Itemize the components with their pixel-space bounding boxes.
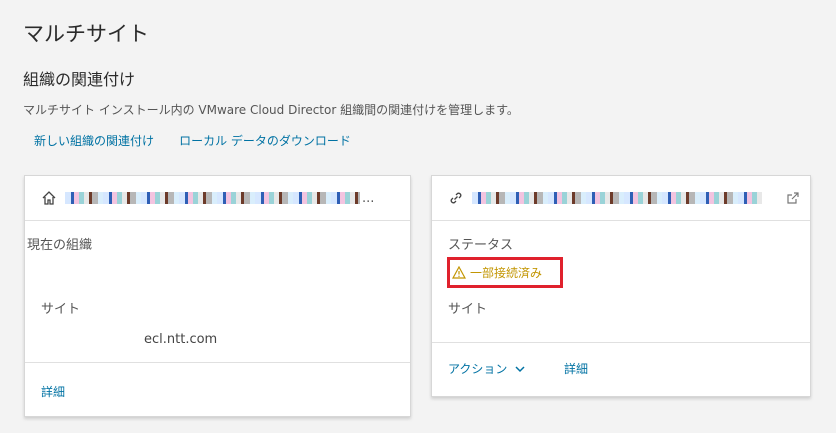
warning-icon: [452, 266, 466, 279]
local-org-card: ... 現在の組織 サイト ecl.ntt.com 詳細: [24, 175, 411, 417]
remote-card-footer: アクション 詳細: [432, 342, 810, 376]
redacted-org-name: [65, 192, 360, 204]
redacted-remote-org-name: [472, 192, 762, 204]
name-ellipsis: ...: [362, 190, 375, 206]
remote-site-label: サイト: [448, 302, 488, 317]
site-label: サイト: [41, 302, 81, 317]
status-highlight: 一部接続済み: [447, 257, 563, 288]
chevron-down-icon: [515, 365, 525, 373]
home-icon: [41, 190, 57, 206]
actions-dropdown[interactable]: アクション: [448, 360, 525, 377]
link-icon: [448, 190, 464, 206]
actions-label: アクション: [448, 362, 508, 376]
local-card-header: ...: [25, 176, 410, 221]
page-description: マルチサイト インストール内の VMware Cloud Director 組織…: [23, 103, 519, 117]
actions-row: 新しい組織の関連付け ローカル データのダウンロード: [34, 130, 371, 149]
section-title: 組織の関連付け: [23, 70, 136, 89]
remote-details-link[interactable]: 詳細: [564, 360, 588, 377]
status-value: 一部接続済み: [470, 266, 543, 280]
download-local-data-link[interactable]: ローカル データのダウンロード: [179, 134, 351, 148]
site-value: ecl.ntt.com: [144, 332, 218, 347]
remote-card-header: [432, 176, 810, 221]
status-label: ステータス: [448, 238, 514, 253]
page-title: マルチサイト: [23, 22, 149, 46]
external-link-icon[interactable]: [786, 191, 800, 205]
local-details-link[interactable]: 詳細: [41, 383, 65, 400]
current-org-label: 現在の組織: [27, 238, 93, 253]
local-card-footer: 詳細: [25, 362, 410, 399]
new-association-link[interactable]: 新しい組織の関連付け: [34, 134, 154, 148]
